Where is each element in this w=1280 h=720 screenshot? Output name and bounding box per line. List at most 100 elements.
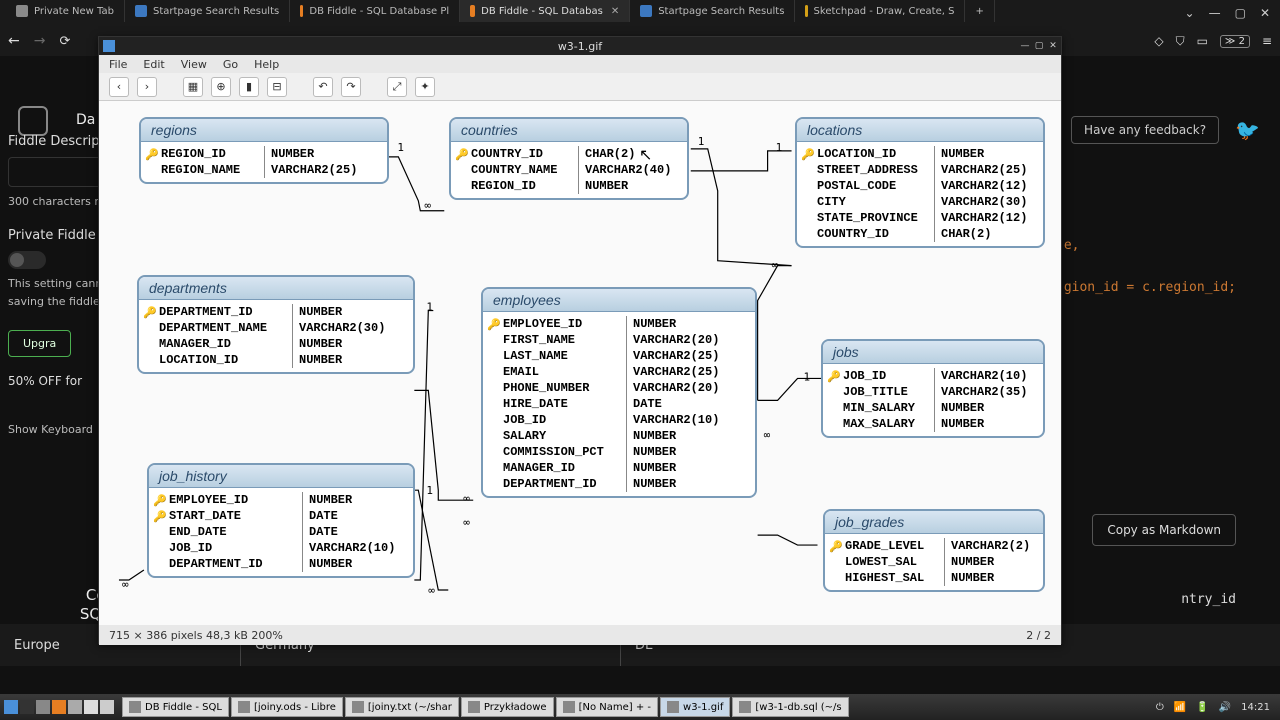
column-row: SALARYNUMBER [487, 428, 751, 444]
minimize-icon[interactable]: ⌄ [1185, 6, 1195, 20]
app-icon[interactable] [68, 700, 82, 714]
ext-icon[interactable]: ◇ [1154, 34, 1163, 48]
column-row: CITYVARCHAR2(30) [801, 194, 1039, 210]
tray-icon[interactable]: ⏻ [1156, 702, 1164, 713]
browser-icon[interactable] [52, 700, 66, 714]
zoom-out-icon[interactable]: ⊟ [267, 77, 287, 97]
table-title: regions [141, 119, 387, 142]
viewer-min-icon[interactable]: — [1019, 40, 1031, 52]
column-row: LAST_NAMEVARCHAR2(25) [487, 348, 751, 364]
slideshow-icon[interactable]: ✦ [415, 77, 435, 97]
reader-icon[interactable]: ≫ 2 [1220, 35, 1250, 48]
ext-icon[interactable]: ▭ [1197, 34, 1208, 48]
menu-go[interactable]: Go [223, 58, 238, 71]
column-row: 🔑EMPLOYEE_IDNUMBER [487, 316, 751, 332]
tray-icon[interactable]: 📶 [1174, 702, 1186, 713]
column-row: DEPARTMENT_IDNUMBER [487, 476, 751, 492]
terminal-icon[interactable] [20, 700, 34, 714]
menu-help[interactable]: Help [254, 58, 279, 71]
primary-key-icon: 🔑 [829, 540, 843, 552]
viewer-canvas[interactable]: 1∞ 11 ∞ 11 ∞∞∞ ∞ 1∞ regions🔑REGION_IDNUM… [99, 101, 1061, 625]
viewer-title-text: w3-1.gif [558, 40, 602, 53]
window-controls: ⌄ — ▢ ✕ [1185, 6, 1280, 20]
menu-view[interactable]: View [181, 58, 207, 71]
primary-key-icon: 🔑 [487, 318, 501, 330]
new-tab-button[interactable]: + [965, 0, 994, 22]
primary-key-icon: 🔑 [145, 148, 159, 160]
column-row: MANAGER_IDNUMBER [487, 460, 751, 476]
taskbar-app[interactable]: DB Fiddle - SQL [122, 697, 229, 717]
cursor-icon: ↖ [639, 145, 647, 153]
menu-edit[interactable]: Edit [143, 58, 164, 71]
column-row: END_DATEDATE [153, 524, 409, 540]
column-row: JOB_IDVARCHAR2(10) [487, 412, 751, 428]
upgrade-button[interactable]: Upgra [8, 330, 71, 357]
table-title: departments [139, 277, 413, 300]
taskbar-app[interactable]: w3-1.gif [660, 697, 730, 717]
column-row: DEPARTMENT_NAMEVARCHAR2(30) [143, 320, 409, 336]
svg-text:1: 1 [426, 301, 433, 314]
prev-image-icon[interactable]: ‹ [109, 77, 129, 97]
back-icon[interactable]: ← [8, 33, 20, 49]
svg-text:∞: ∞ [463, 492, 470, 505]
table-title: locations [797, 119, 1043, 142]
browser-tab[interactable]: DB Fiddle - SQL Database Pl [290, 0, 460, 22]
zoom-in-icon[interactable]: ⊕ [211, 77, 231, 97]
column-row: COMMISSION_PCTNUMBER [487, 444, 751, 460]
taskbar-app[interactable]: [joiny.txt (~/shar [345, 697, 459, 717]
column-row: REGION_NAMEVARCHAR2(25) [145, 162, 383, 178]
table-title: job_grades [825, 511, 1043, 534]
files-icon[interactable] [36, 700, 50, 714]
menu-icon[interactable]: ≡ [1262, 34, 1272, 48]
table-title: employees [483, 289, 755, 312]
browser-tab[interactable]: Private New Tab [6, 0, 125, 22]
zoom-100-icon[interactable]: ▮ [239, 77, 259, 97]
taskbar-clock[interactable]: 14:21 [1241, 702, 1270, 713]
zoom-fit-icon[interactable]: ▦ [183, 77, 203, 97]
column-row: POSTAL_CODEVARCHAR2(12) [801, 178, 1039, 194]
column-row: COUNTRY_IDCHAR(2) [801, 226, 1039, 242]
table-employees: employees 🔑EMPLOYEE_IDNUMBERFIRST_NAMEVAR… [481, 287, 757, 498]
column-row: 🔑REGION_IDNUMBER [145, 146, 383, 162]
primary-key-icon: 🔑 [153, 510, 167, 522]
column-row: STREET_ADDRESSVARCHAR2(25) [801, 162, 1039, 178]
column-row: MANAGER_IDNUMBER [143, 336, 409, 352]
menu-file[interactable]: File [109, 58, 127, 71]
browser-tab[interactable]: Startpage Search Results [630, 0, 795, 22]
minimize-window-icon[interactable]: — [1209, 6, 1221, 20]
maximize-window-icon[interactable]: ▢ [1235, 6, 1246, 20]
tray-icon[interactable]: 🔋 [1196, 702, 1208, 713]
private-toggle[interactable] [8, 251, 46, 269]
tray-icon[interactable]: 🔊 [1219, 702, 1231, 713]
viewer-close-icon[interactable]: ✕ [1047, 40, 1059, 52]
svg-text:1: 1 [397, 141, 404, 154]
start-menu-icon[interactable] [4, 700, 18, 714]
twitter-icon[interactable]: 🐦 [1235, 118, 1260, 142]
app-icon[interactable] [84, 700, 98, 714]
viewer-toolbar: ‹ › ▦ ⊕ ▮ ⊟ ↶ ↷ ⤢ ✦ [99, 73, 1061, 101]
taskbar-app[interactable]: Przykładowe [461, 697, 554, 717]
taskbar-app[interactable]: [No Name] + - [556, 697, 658, 717]
fullscreen-icon[interactable]: ⤢ [387, 77, 407, 97]
browser-tab-strip: Private New TabStartpage Search ResultsD… [0, 0, 1280, 26]
browser-tab[interactable]: Sketchpad - Draw, Create, S [795, 0, 965, 22]
column-row: FIRST_NAMEVARCHAR2(20) [487, 332, 751, 348]
browser-tab[interactable]: Startpage Search Results [125, 0, 290, 22]
browser-tab[interactable]: DB Fiddle - SQL Databas✕ [460, 0, 630, 22]
column-row: HIGHEST_SALNUMBER [829, 570, 1039, 586]
app-icon[interactable] [100, 700, 114, 714]
taskbar-app[interactable]: [w3-1-db.sql (~/s [732, 697, 848, 717]
copy-markdown-button[interactable]: Copy as Markdown [1092, 514, 1236, 546]
close-window-icon[interactable]: ✕ [1260, 6, 1270, 20]
viewer-max-icon[interactable]: ▢ [1033, 40, 1045, 52]
feedback-button[interactable]: Have any feedback? [1071, 116, 1219, 144]
reload-icon[interactable]: ⟳ [59, 34, 70, 49]
rotate-left-icon[interactable]: ↶ [313, 77, 333, 97]
viewer-titlebar[interactable]: w3-1.gif — ▢ ✕ [99, 37, 1061, 55]
rotate-right-icon[interactable]: ↷ [341, 77, 361, 97]
forward-icon: → [34, 33, 46, 49]
ext-icon[interactable]: ⛉ [1176, 34, 1185, 49]
next-image-icon[interactable]: › [137, 77, 157, 97]
svg-text:∞: ∞ [764, 428, 771, 441]
taskbar-app[interactable]: [joiny.ods - Libre [231, 697, 343, 717]
